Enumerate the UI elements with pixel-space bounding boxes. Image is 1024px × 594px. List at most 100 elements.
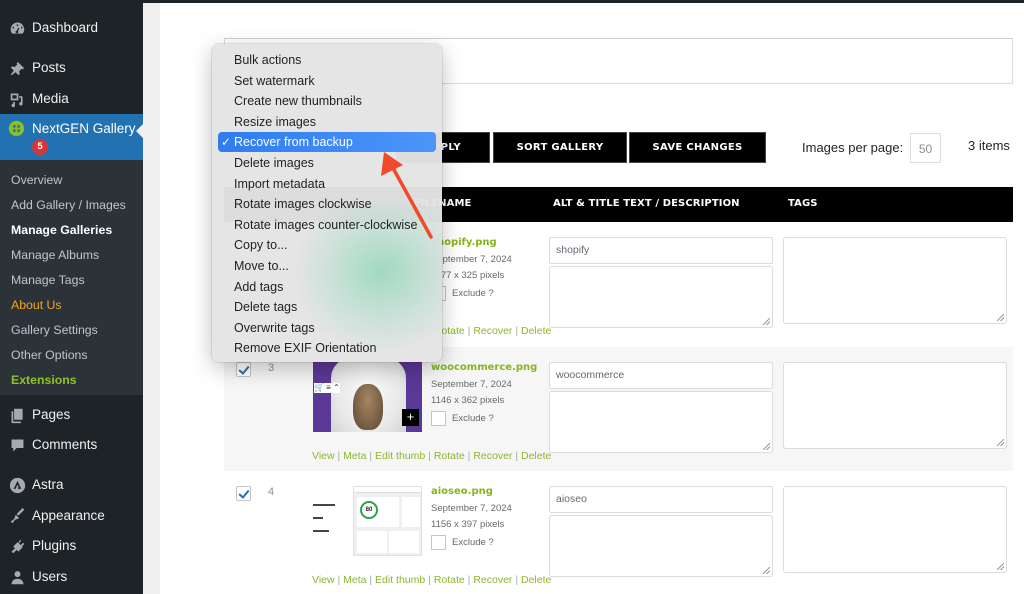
tags-textarea[interactable] xyxy=(783,237,1007,324)
sidebar-label: Comments xyxy=(32,437,98,452)
menu-item-copy-to[interactable]: Copy to... xyxy=(218,235,436,255)
rotate-link[interactable]: Rotate xyxy=(425,574,465,586)
menu-item-remove-exif[interactable]: Remove EXIF Orientation xyxy=(218,338,436,358)
sidebar-item-astra[interactable]: Astra xyxy=(0,470,143,500)
meta-link[interactable]: Meta xyxy=(335,574,367,586)
cat-shape xyxy=(353,384,383,430)
sidebar-item-pages[interactable]: Pages xyxy=(0,400,143,430)
delete-link[interactable]: Delete xyxy=(512,450,551,462)
column-header-tags: TAGS xyxy=(788,198,818,209)
sidebar-item-appearance[interactable]: Appearance xyxy=(0,501,143,531)
image-date: September 7, 2024 xyxy=(431,503,512,514)
resize-handle[interactable] xyxy=(997,563,1004,570)
submenu-item-manage-albums[interactable]: Manage Albums xyxy=(11,247,99,263)
menu-item-resize-images[interactable]: Resize images xyxy=(218,112,436,132)
rotate-link[interactable]: Rotate xyxy=(425,450,465,462)
screen: Dashboard Posts Media NextGEN Gallery 5 … xyxy=(0,0,1024,594)
menu-item-bulk-actions[interactable]: Bulk actions xyxy=(218,50,436,70)
menu-item-overwrite-tags[interactable]: Overwrite tags xyxy=(218,318,436,338)
resize-handle[interactable] xyxy=(763,567,770,574)
image-filename: woocommerce.png xyxy=(431,362,538,373)
resize-handle[interactable] xyxy=(997,439,1004,446)
image-thumbnail[interactable]: 🛒 ≡ ⌃ + xyxy=(313,362,422,432)
sidebar-item-users[interactable]: Users xyxy=(0,562,143,592)
checkmark-icon: ✓ xyxy=(221,135,232,150)
items-count: 3 items xyxy=(968,138,1010,153)
column-header-alt-text: ALT & TITLE TEXT / DESCRIPTION xyxy=(553,198,740,209)
images-per-page-label: Images per page: xyxy=(802,140,904,155)
sidebar-item-media[interactable]: Media xyxy=(0,84,143,114)
row-actions: ViewMetaEdit thumbRotateRecoverDelete xyxy=(312,450,551,462)
media-icon xyxy=(8,90,26,108)
menu-item-recover-from-backup[interactable]: ✓ Recover from backup xyxy=(218,132,436,153)
exclude-label: Exclude ? xyxy=(452,288,494,299)
menu-item-delete-images[interactable]: Delete images xyxy=(218,153,436,173)
menu-item-move-to[interactable]: Move to... xyxy=(218,256,436,276)
admin-sidebar: Dashboard Posts Media NextGEN Gallery 5 … xyxy=(0,0,144,594)
sidebar-item-plugins[interactable]: Plugins xyxy=(0,531,143,561)
resize-handle[interactable] xyxy=(997,314,1004,321)
menu-item-rotate-clockwise[interactable]: Rotate images clockwise xyxy=(218,194,436,214)
sidebar-item-dashboard[interactable]: Dashboard xyxy=(0,13,143,43)
tags-textarea[interactable] xyxy=(783,362,1007,449)
astra-icon xyxy=(8,476,26,494)
menu-item-set-watermark[interactable]: Set watermark xyxy=(218,71,436,91)
resize-handle[interactable] xyxy=(763,443,770,450)
image-dimensions: 1146 x 362 pixels xyxy=(431,395,505,406)
menu-item-delete-tags[interactable]: Delete tags xyxy=(218,297,436,317)
user-icon xyxy=(8,568,26,586)
exclude-checkbox[interactable] xyxy=(431,535,446,550)
submenu-item-gallery-settings[interactable]: Gallery Settings xyxy=(11,322,98,338)
view-link[interactable]: View xyxy=(312,574,335,586)
sort-gallery-button[interactable]: SORT GALLERY xyxy=(493,132,627,163)
description-textarea[interactable] xyxy=(549,266,773,328)
sidebar-item-posts[interactable]: Posts xyxy=(0,53,143,83)
pushpin-icon xyxy=(8,59,26,77)
sidebar-label: Astra xyxy=(32,477,64,492)
save-changes-button[interactable]: SAVE CHANGES xyxy=(629,132,766,163)
submenu-item-manage-galleries[interactable]: Manage Galleries xyxy=(11,222,112,238)
delete-link[interactable]: Delete xyxy=(512,325,551,337)
submenu-item-add-gallery[interactable]: Add Gallery / Images xyxy=(11,197,126,213)
menu-item-label: Recover from backup xyxy=(234,135,353,150)
pages-icon xyxy=(8,406,26,424)
menu-item-import-metadata[interactable]: Import metadata xyxy=(218,174,436,194)
exclude-checkbox[interactable] xyxy=(431,411,446,426)
submenu-item-manage-tags[interactable]: Manage Tags xyxy=(11,272,85,288)
resize-handle[interactable] xyxy=(763,318,770,325)
submenu-item-extensions[interactable]: Extensions xyxy=(11,372,77,388)
exclude-label: Exclude ? xyxy=(452,413,494,424)
delete-link[interactable]: Delete xyxy=(512,574,551,586)
aioseo-thumbnail: 80 xyxy=(313,486,422,556)
sidebar-item-nextgen-gallery[interactable]: NextGEN Gallery xyxy=(0,114,143,160)
images-per-page-input[interactable]: 50 xyxy=(910,133,941,163)
menu-item-create-thumbnails[interactable]: Create new thumbnails xyxy=(218,91,436,111)
alt-text-input[interactable]: shopify xyxy=(549,237,773,264)
thumbnail-text-lines xyxy=(313,504,347,544)
dashboard-preview: 80 xyxy=(353,486,422,556)
description-textarea[interactable] xyxy=(549,515,773,577)
menu-item-add-tags[interactable]: Add tags xyxy=(218,277,436,297)
recover-link[interactable]: Recover xyxy=(465,574,513,586)
row-checkbox[interactable] xyxy=(236,362,251,377)
alt-text-input[interactable]: aioseo xyxy=(549,486,773,513)
image-thumbnail[interactable]: 80 xyxy=(313,486,422,556)
sidebar-item-comments[interactable]: Comments xyxy=(0,430,143,460)
edit-thumb-link[interactable]: Edit thumb xyxy=(366,450,425,462)
menu-item-rotate-counter-clockwise[interactable]: Rotate images counter-clockwise xyxy=(218,215,436,235)
recover-link[interactable]: Recover xyxy=(465,450,513,462)
edit-thumb-link[interactable]: Edit thumb xyxy=(366,574,425,586)
description-textarea[interactable] xyxy=(549,391,773,453)
comments-icon xyxy=(8,436,26,454)
alt-text-input[interactable]: woocommerce xyxy=(549,362,773,389)
submenu-item-overview[interactable]: Overview xyxy=(11,172,62,188)
sidebar-label: Appearance xyxy=(32,508,105,523)
tags-textarea[interactable] xyxy=(783,486,1007,573)
meta-link[interactable]: Meta xyxy=(335,450,367,462)
nextgen-icon xyxy=(8,120,26,138)
row-checkbox[interactable] xyxy=(236,486,251,501)
submenu-item-other-options[interactable]: Other Options xyxy=(11,347,88,363)
recover-link[interactable]: Recover xyxy=(465,325,513,337)
submenu-item-about-us[interactable]: About Us xyxy=(11,297,62,313)
view-link[interactable]: View xyxy=(312,450,335,462)
